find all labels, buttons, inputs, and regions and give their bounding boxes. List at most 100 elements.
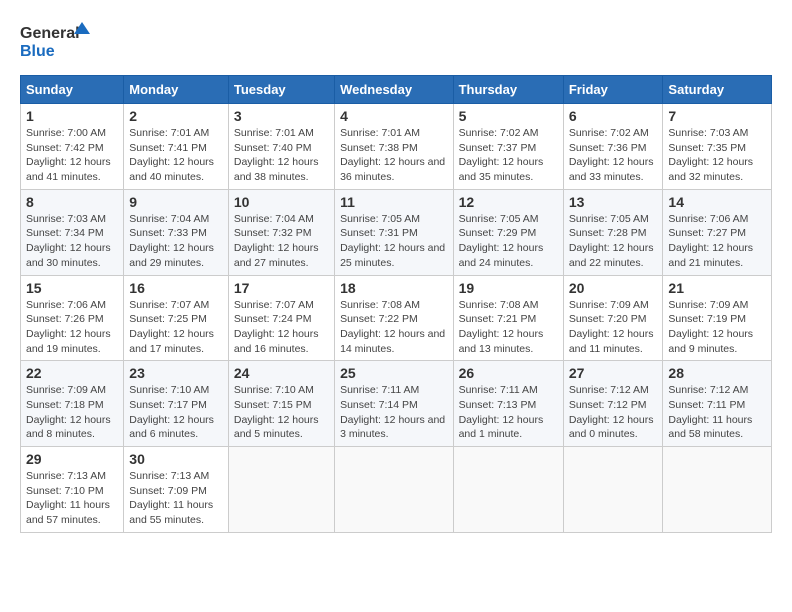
day-info: Sunrise: 7:03 AMSunset: 7:35 PMDaylight:… <box>668 127 753 183</box>
day-number: 2 <box>129 108 223 124</box>
col-header-sunday: Sunday <box>21 76 124 104</box>
day-cell-12: 12 Sunrise: 7:05 AMSunset: 7:29 PMDaylig… <box>453 189 563 275</box>
day-number: 16 <box>129 280 223 296</box>
day-info: Sunrise: 7:09 AMSunset: 7:19 PMDaylight:… <box>668 299 753 355</box>
logo: General Blue <box>20 20 90 65</box>
svg-text:General: General <box>20 25 80 42</box>
day-number: 26 <box>459 365 558 381</box>
day-number: 21 <box>668 280 766 296</box>
day-info: Sunrise: 7:12 AMSunset: 7:11 PMDaylight:… <box>668 384 752 440</box>
day-cell-30: 30 Sunrise: 7:13 AMSunset: 7:09 PMDaylig… <box>124 447 229 533</box>
empty-cell <box>335 447 453 533</box>
day-cell-24: 24 Sunrise: 7:10 AMSunset: 7:15 PMDaylig… <box>228 361 334 447</box>
day-number: 22 <box>26 365 118 381</box>
day-cell-27: 27 Sunrise: 7:12 AMSunset: 7:12 PMDaylig… <box>563 361 663 447</box>
day-info: Sunrise: 7:03 AMSunset: 7:34 PMDaylight:… <box>26 213 111 269</box>
day-info: Sunrise: 7:08 AMSunset: 7:22 PMDaylight:… <box>340 299 445 355</box>
day-number: 8 <box>26 194 118 210</box>
day-number: 23 <box>129 365 223 381</box>
day-info: Sunrise: 7:10 AMSunset: 7:15 PMDaylight:… <box>234 384 319 440</box>
day-info: Sunrise: 7:12 AMSunset: 7:12 PMDaylight:… <box>569 384 654 440</box>
col-header-wednesday: Wednesday <box>335 76 453 104</box>
calendar-table: SundayMondayTuesdayWednesdayThursdayFrid… <box>20 75 772 533</box>
day-cell-21: 21 Sunrise: 7:09 AMSunset: 7:19 PMDaylig… <box>663 275 772 361</box>
day-number: 5 <box>459 108 558 124</box>
empty-cell <box>228 447 334 533</box>
day-info: Sunrise: 7:01 AMSunset: 7:38 PMDaylight:… <box>340 127 445 183</box>
day-number: 14 <box>668 194 766 210</box>
day-cell-18: 18 Sunrise: 7:08 AMSunset: 7:22 PMDaylig… <box>335 275 453 361</box>
day-info: Sunrise: 7:04 AMSunset: 7:32 PMDaylight:… <box>234 213 319 269</box>
day-cell-28: 28 Sunrise: 7:12 AMSunset: 7:11 PMDaylig… <box>663 361 772 447</box>
empty-cell <box>563 447 663 533</box>
day-info: Sunrise: 7:13 AMSunset: 7:10 PMDaylight:… <box>26 470 110 526</box>
day-number: 20 <box>569 280 658 296</box>
day-cell-22: 22 Sunrise: 7:09 AMSunset: 7:18 PMDaylig… <box>21 361 124 447</box>
day-cell-17: 17 Sunrise: 7:07 AMSunset: 7:24 PMDaylig… <box>228 275 334 361</box>
day-cell-13: 13 Sunrise: 7:05 AMSunset: 7:28 PMDaylig… <box>563 189 663 275</box>
day-cell-23: 23 Sunrise: 7:10 AMSunset: 7:17 PMDaylig… <box>124 361 229 447</box>
day-cell-10: 10 Sunrise: 7:04 AMSunset: 7:32 PMDaylig… <box>228 189 334 275</box>
day-cell-6: 6 Sunrise: 7:02 AMSunset: 7:36 PMDayligh… <box>563 104 663 190</box>
day-cell-3: 3 Sunrise: 7:01 AMSunset: 7:40 PMDayligh… <box>228 104 334 190</box>
day-info: Sunrise: 7:05 AMSunset: 7:28 PMDaylight:… <box>569 213 654 269</box>
day-number: 25 <box>340 365 447 381</box>
day-info: Sunrise: 7:07 AMSunset: 7:24 PMDaylight:… <box>234 299 319 355</box>
day-info: Sunrise: 7:02 AMSunset: 7:37 PMDaylight:… <box>459 127 544 183</box>
empty-cell <box>453 447 563 533</box>
day-info: Sunrise: 7:11 AMSunset: 7:14 PMDaylight:… <box>340 384 445 440</box>
day-info: Sunrise: 7:01 AMSunset: 7:40 PMDaylight:… <box>234 127 319 183</box>
calendar-header: SundayMondayTuesdayWednesdayThursdayFrid… <box>21 76 772 104</box>
calendar-week-3: 15 Sunrise: 7:06 AMSunset: 7:26 PMDaylig… <box>21 275 772 361</box>
col-header-friday: Friday <box>563 76 663 104</box>
day-cell-16: 16 Sunrise: 7:07 AMSunset: 7:25 PMDaylig… <box>124 275 229 361</box>
day-number: 30 <box>129 451 223 467</box>
day-info: Sunrise: 7:09 AMSunset: 7:18 PMDaylight:… <box>26 384 111 440</box>
day-number: 27 <box>569 365 658 381</box>
day-info: Sunrise: 7:01 AMSunset: 7:41 PMDaylight:… <box>129 127 214 183</box>
col-header-tuesday: Tuesday <box>228 76 334 104</box>
day-cell-19: 19 Sunrise: 7:08 AMSunset: 7:21 PMDaylig… <box>453 275 563 361</box>
day-number: 12 <box>459 194 558 210</box>
day-number: 11 <box>340 194 447 210</box>
day-number: 29 <box>26 451 118 467</box>
day-cell-29: 29 Sunrise: 7:13 AMSunset: 7:10 PMDaylig… <box>21 447 124 533</box>
empty-cell <box>663 447 772 533</box>
day-cell-7: 7 Sunrise: 7:03 AMSunset: 7:35 PMDayligh… <box>663 104 772 190</box>
day-info: Sunrise: 7:05 AMSunset: 7:31 PMDaylight:… <box>340 213 445 269</box>
day-info: Sunrise: 7:09 AMSunset: 7:20 PMDaylight:… <box>569 299 654 355</box>
calendar-week-1: 1 Sunrise: 7:00 AMSunset: 7:42 PMDayligh… <box>21 104 772 190</box>
day-cell-9: 9 Sunrise: 7:04 AMSunset: 7:33 PMDayligh… <box>124 189 229 275</box>
svg-text:Blue: Blue <box>20 43 55 60</box>
day-info: Sunrise: 7:06 AMSunset: 7:26 PMDaylight:… <box>26 299 111 355</box>
calendar-week-4: 22 Sunrise: 7:09 AMSunset: 7:18 PMDaylig… <box>21 361 772 447</box>
day-cell-5: 5 Sunrise: 7:02 AMSunset: 7:37 PMDayligh… <box>453 104 563 190</box>
day-number: 19 <box>459 280 558 296</box>
day-cell-8: 8 Sunrise: 7:03 AMSunset: 7:34 PMDayligh… <box>21 189 124 275</box>
day-number: 28 <box>668 365 766 381</box>
day-info: Sunrise: 7:02 AMSunset: 7:36 PMDaylight:… <box>569 127 654 183</box>
day-cell-11: 11 Sunrise: 7:05 AMSunset: 7:31 PMDaylig… <box>335 189 453 275</box>
day-number: 6 <box>569 108 658 124</box>
day-cell-2: 2 Sunrise: 7:01 AMSunset: 7:41 PMDayligh… <box>124 104 229 190</box>
day-info: Sunrise: 7:04 AMSunset: 7:33 PMDaylight:… <box>129 213 214 269</box>
day-info: Sunrise: 7:08 AMSunset: 7:21 PMDaylight:… <box>459 299 544 355</box>
col-header-thursday: Thursday <box>453 76 563 104</box>
day-number: 1 <box>26 108 118 124</box>
day-info: Sunrise: 7:07 AMSunset: 7:25 PMDaylight:… <box>129 299 214 355</box>
page-header: General Blue <box>20 20 772 65</box>
day-info: Sunrise: 7:00 AMSunset: 7:42 PMDaylight:… <box>26 127 111 183</box>
day-cell-15: 15 Sunrise: 7:06 AMSunset: 7:26 PMDaylig… <box>21 275 124 361</box>
day-cell-20: 20 Sunrise: 7:09 AMSunset: 7:20 PMDaylig… <box>563 275 663 361</box>
day-info: Sunrise: 7:13 AMSunset: 7:09 PMDaylight:… <box>129 470 213 526</box>
day-cell-26: 26 Sunrise: 7:11 AMSunset: 7:13 PMDaylig… <box>453 361 563 447</box>
logo-svg: General Blue <box>20 20 90 65</box>
day-info: Sunrise: 7:10 AMSunset: 7:17 PMDaylight:… <box>129 384 214 440</box>
day-number: 7 <box>668 108 766 124</box>
day-number: 15 <box>26 280 118 296</box>
day-number: 9 <box>129 194 223 210</box>
day-info: Sunrise: 7:06 AMSunset: 7:27 PMDaylight:… <box>668 213 753 269</box>
day-number: 18 <box>340 280 447 296</box>
day-cell-25: 25 Sunrise: 7:11 AMSunset: 7:14 PMDaylig… <box>335 361 453 447</box>
calendar-week-5: 29 Sunrise: 7:13 AMSunset: 7:10 PMDaylig… <box>21 447 772 533</box>
